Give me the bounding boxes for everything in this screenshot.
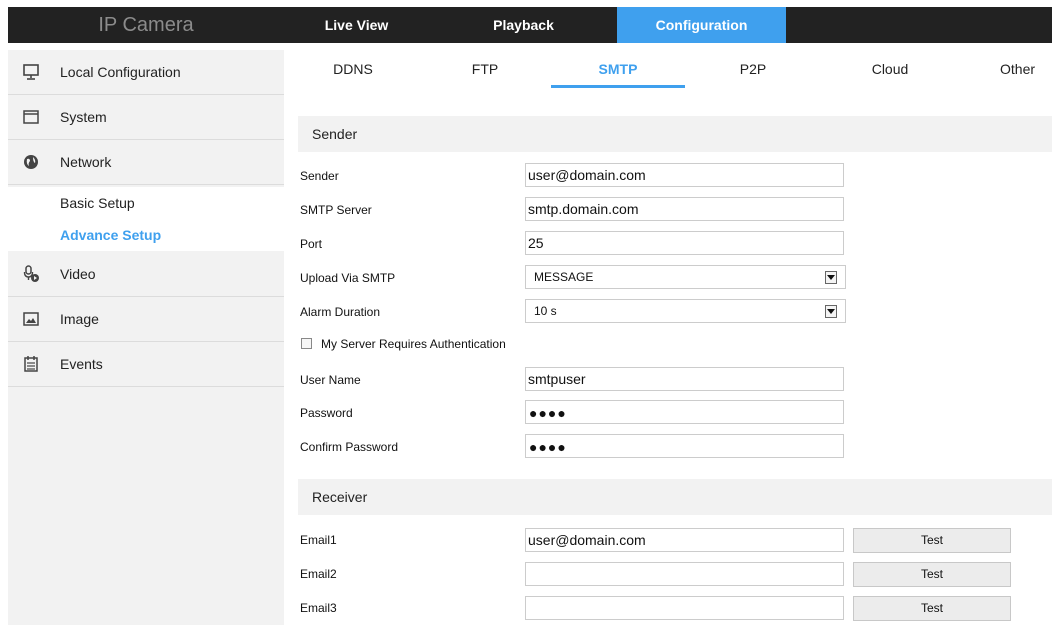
globe-icon — [22, 153, 40, 171]
sidebar-subitem-label: Basic Setup — [60, 195, 135, 211]
subtab-ftp[interactable]: FTP — [422, 50, 548, 88]
sidebar-subitem-advance-setup[interactable]: Advance Setup — [8, 219, 284, 251]
alarm-duration-label: Alarm Duration — [300, 305, 381, 319]
sidebar-subitem-basic-setup[interactable]: Basic Setup — [8, 187, 284, 219]
sidebar-item-image[interactable]: Image — [8, 297, 284, 342]
sender-input[interactable] — [525, 163, 844, 187]
app-title: IP Camera — [98, 14, 194, 36]
email2-test-button[interactable]: Test — [853, 562, 1011, 587]
upload-via-smtp-label: Upload Via SMTP — [300, 271, 396, 285]
authentication-label: My Server Requires Authentication — [321, 337, 506, 351]
sidebar-item-label: Local Configuration — [60, 64, 181, 80]
sub-nav: DDNS FTP SMTP P2P Cloud Other — [284, 50, 1052, 90]
sidebar-item-local-configuration[interactable]: Local Configuration — [8, 50, 284, 95]
sidebar-item-label: Network — [60, 154, 112, 170]
user-name-label: User Name — [300, 373, 361, 387]
email3-test-button[interactable]: Test — [853, 596, 1011, 621]
tab-playback[interactable]: Playback — [451, 7, 596, 43]
calendar-icon — [22, 355, 40, 373]
sidebar-item-label: Events — [60, 356, 103, 372]
subtab-p2p[interactable]: P2P — [690, 50, 816, 88]
sidebar-item-label: System — [60, 109, 107, 125]
sidebar-item-label: Video — [60, 266, 96, 282]
subtab-cloud[interactable]: Cloud — [827, 50, 953, 88]
password-label: Password — [300, 406, 353, 420]
sidebar-item-network[interactable]: Network — [8, 140, 284, 185]
monitor-icon — [22, 63, 40, 81]
select-value: 10 s — [534, 304, 557, 318]
select-value: MESSAGE — [534, 270, 594, 284]
alarm-duration-select[interactable]: 10 s — [525, 299, 846, 323]
dropdown-arrow-icon — [825, 305, 837, 318]
sidebar-item-system[interactable]: System — [8, 95, 284, 140]
dropdown-arrow-icon — [825, 271, 837, 284]
password-input[interactable]: ●●●● — [525, 400, 844, 424]
email2-label: Email2 — [300, 567, 337, 581]
microphone-icon — [22, 265, 40, 283]
user-name-input[interactable] — [525, 367, 844, 391]
confirm-password-input[interactable]: ●●●● — [525, 434, 844, 458]
sidebar-item-label: Image — [60, 311, 99, 327]
section-title: Receiver — [312, 489, 368, 505]
port-input[interactable] — [525, 231, 844, 255]
password-mask: ●●●● — [529, 405, 567, 421]
smtp-server-input[interactable] — [525, 197, 844, 221]
email1-label: Email1 — [300, 533, 337, 547]
email1-test-button[interactable]: Test — [853, 528, 1011, 553]
email3-label: Email3 — [300, 601, 337, 615]
smtp-server-label: SMTP Server — [300, 203, 372, 217]
email2-input[interactable] — [525, 562, 844, 586]
sidebar-subitem-label: Advance Setup — [60, 227, 162, 243]
subtab-ddns[interactable]: DDNS — [290, 50, 416, 88]
tab-configuration[interactable]: Configuration — [617, 7, 786, 43]
email3-input[interactable] — [525, 596, 844, 620]
section-title: Sender — [312, 126, 358, 142]
subtab-other[interactable]: Other — [1000, 50, 1052, 88]
image-icon — [22, 310, 40, 328]
authentication-checkbox[interactable] — [301, 338, 312, 349]
port-label: Port — [300, 237, 323, 251]
tab-live-view[interactable]: Live View — [284, 7, 429, 43]
upload-via-smtp-select[interactable]: MESSAGE — [525, 265, 846, 289]
sidebar-item-events[interactable]: Events — [8, 342, 284, 387]
sender-section-header: Sender — [298, 116, 1052, 152]
confirm-password-label: Confirm Password — [300, 440, 399, 454]
sender-label: Sender — [300, 169, 339, 183]
window-icon — [22, 108, 40, 126]
email1-input[interactable] — [525, 528, 844, 552]
subtab-smtp[interactable]: SMTP — [551, 50, 685, 88]
top-bar: IP Camera Live View Playback Configurati… — [0, 0, 1052, 50]
confirm-password-mask: ●●●● — [529, 439, 567, 455]
sidebar-item-video[interactable]: Video — [8, 252, 284, 297]
receiver-section-header: Receiver — [298, 479, 1052, 515]
